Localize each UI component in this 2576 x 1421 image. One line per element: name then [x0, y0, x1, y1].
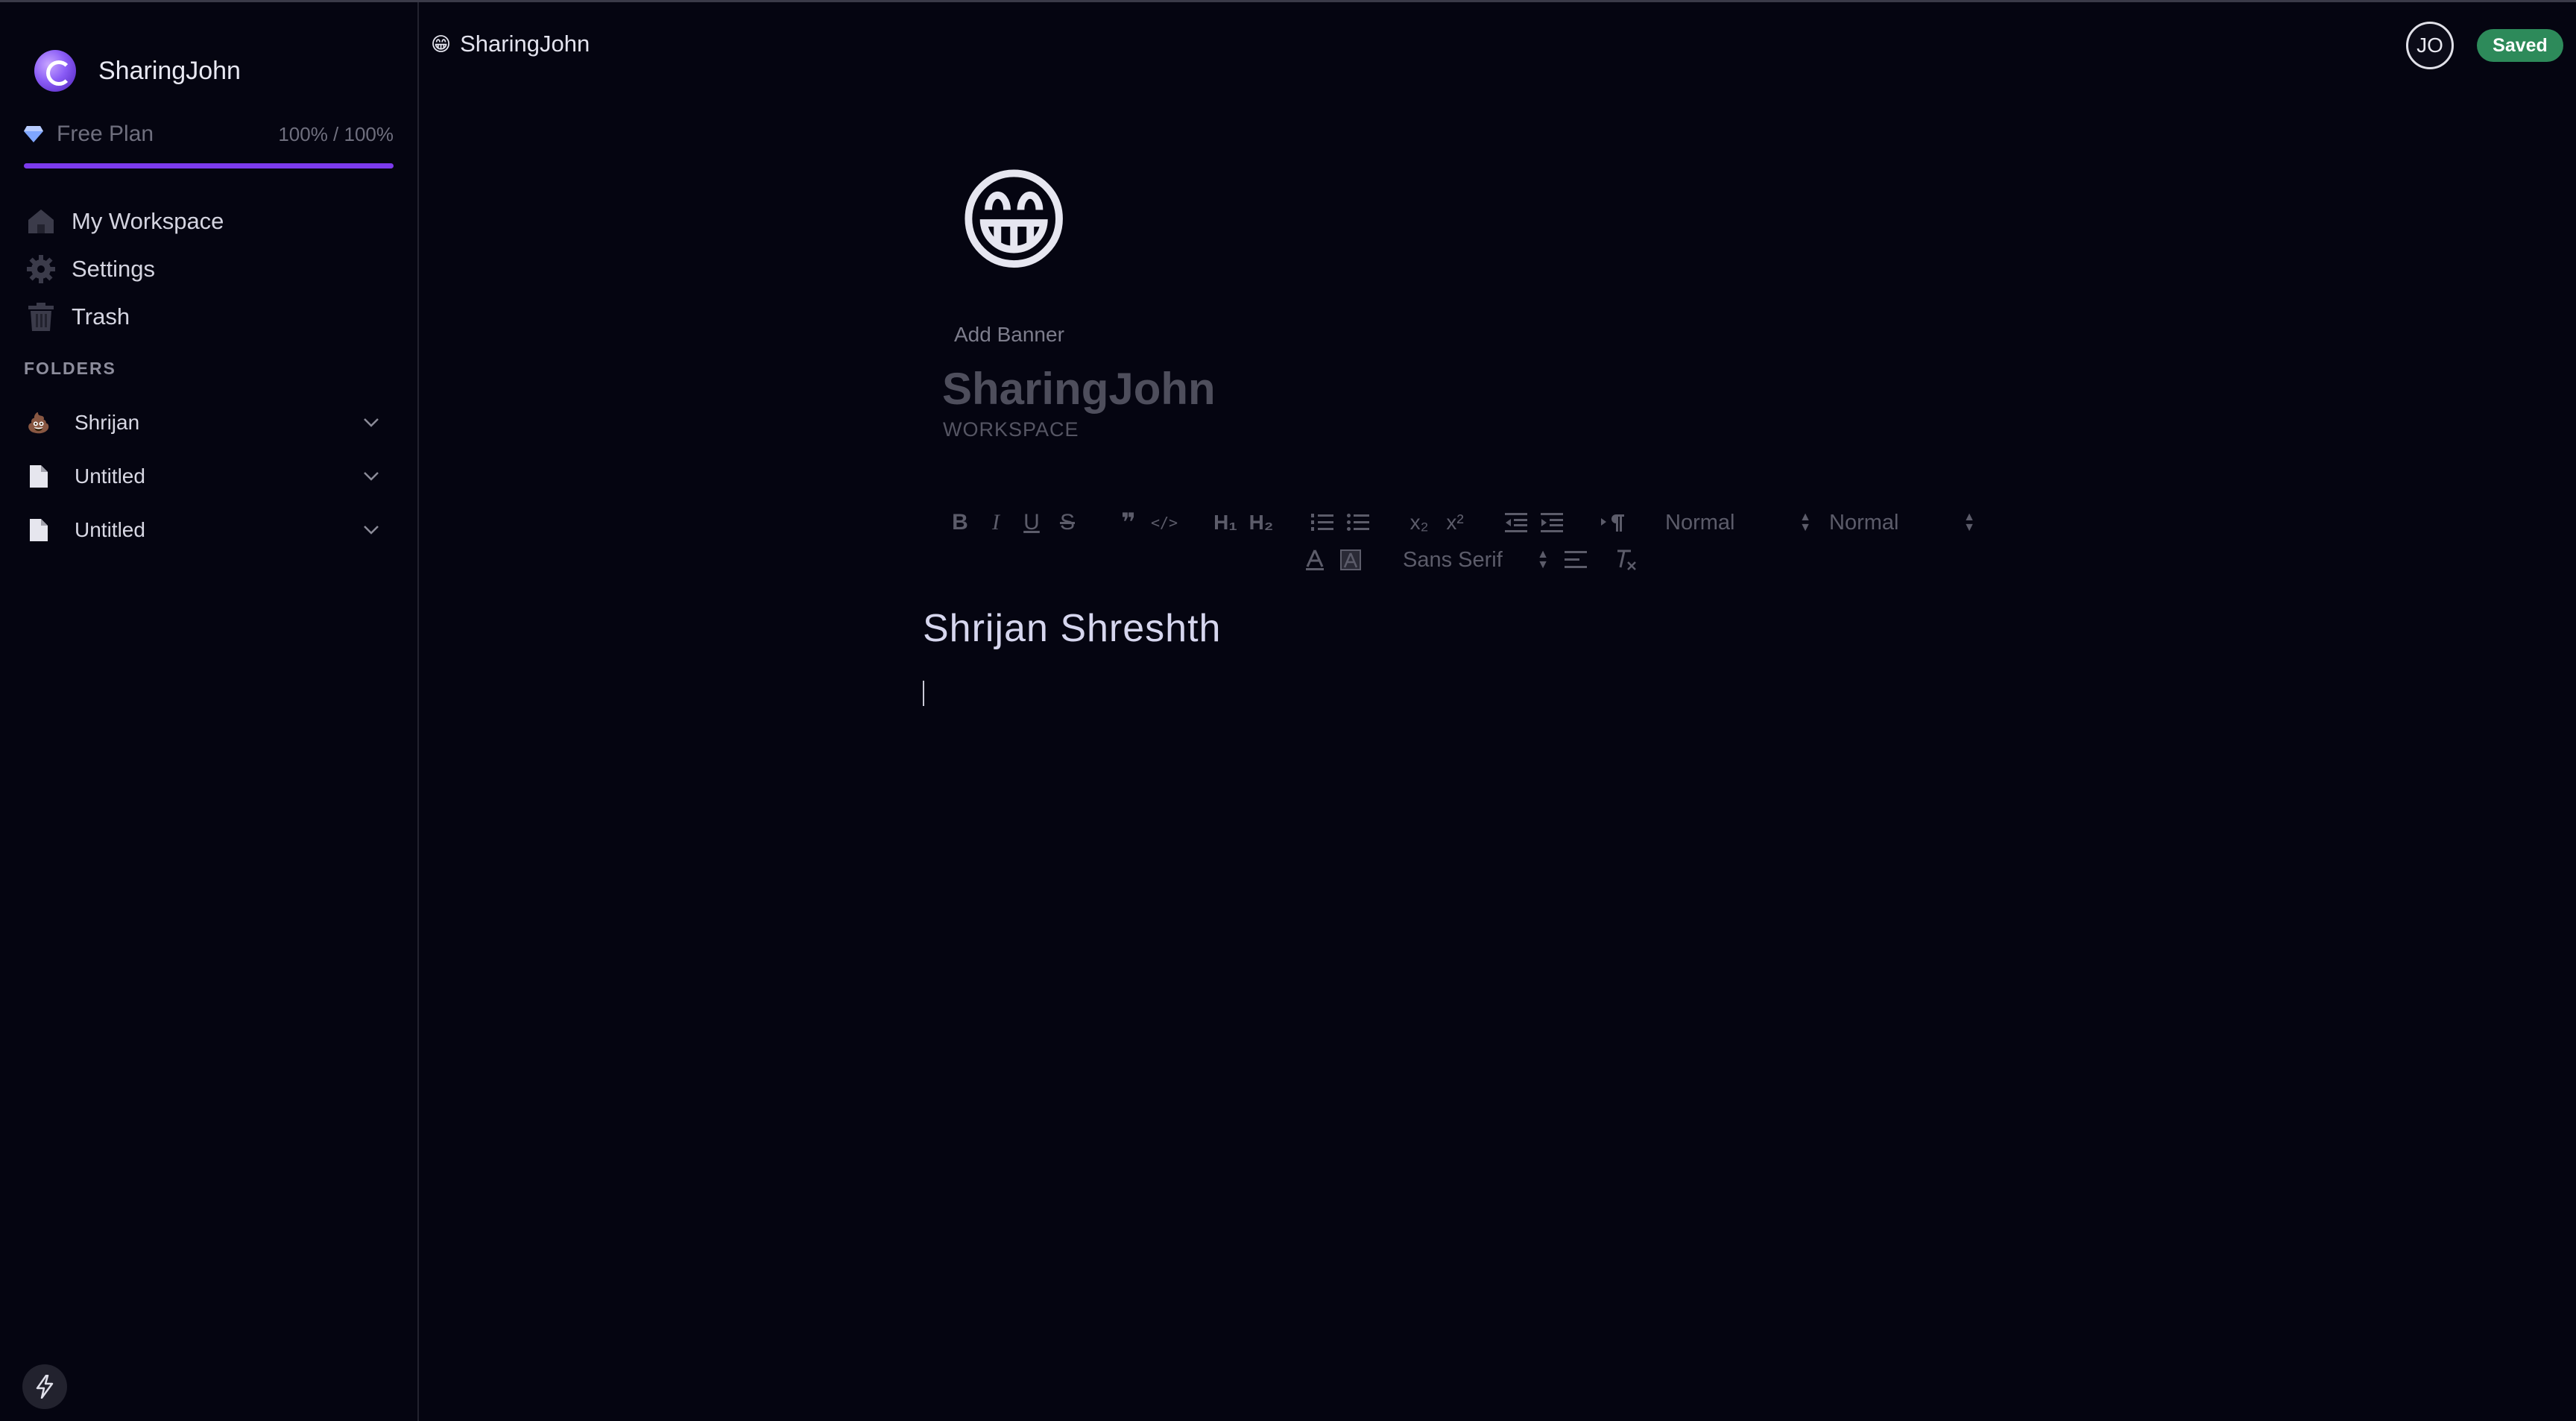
trash-icon [25, 301, 57, 333]
heading-2-button[interactable]: H₂ [1243, 505, 1279, 541]
file-icon [24, 515, 54, 545]
size-format-select[interactable]: Normal ▲ ▼ [1820, 511, 1984, 535]
folders-heading: FOLDERS [24, 359, 116, 378]
sidebar-item-settings[interactable]: Settings [25, 245, 224, 293]
editor-heading[interactable]: Shrijan Shreshth [923, 606, 2041, 651]
select-arrows-icon: ▲ ▼ [1537, 548, 1549, 571]
document-emoji-icon[interactable]: 😁 [956, 157, 1072, 284]
text-cursor [923, 681, 924, 706]
plan-usage: Free Plan 100% / 100% [24, 122, 394, 168]
plan-progress-bar [24, 163, 394, 168]
page-subtitle: WORKSPACE [943, 418, 1079, 441]
gear-icon [25, 253, 57, 285]
sidebar-item-label: My Workspace [72, 208, 224, 234]
editor-area[interactable]: Shrijan Shreshth [923, 606, 2041, 706]
workspace-header[interactable]: SharingJohn [34, 50, 241, 92]
breadcrumb-text: SharingJohn [460, 31, 590, 57]
heading-1-button[interactable]: H₁ [1208, 505, 1243, 541]
sidebar-item-label: Settings [72, 256, 156, 282]
sidebar-item-my-workspace[interactable]: My Workspace [25, 198, 224, 245]
plan-usage-text: 100% / 100% [278, 122, 394, 145]
size-format-value: Normal [1829, 510, 1899, 535]
superscript-button[interactable]: x² [1437, 505, 1473, 541]
avatar[interactable]: JO [2406, 22, 2454, 69]
font-family-value: Sans Serif [1403, 547, 1503, 572]
folder-label: Untitled [75, 464, 145, 488]
select-arrows-icon: ▲ ▼ [1963, 511, 1975, 534]
subscript-button[interactable]: x₂ [1401, 505, 1437, 541]
breadcrumb-emoji-icon: 😁 [431, 32, 452, 55]
chevron-down-icon[interactable] [361, 412, 382, 433]
sidebar-item-trash[interactable]: Trash [25, 293, 224, 341]
plan-progress-fill [24, 163, 394, 168]
outdent-icon[interactable] [1498, 505, 1534, 541]
bullet-list-icon[interactable] [1340, 505, 1376, 541]
folder-label: Shrijan [75, 411, 140, 434]
diamond-icon [24, 126, 43, 142]
chevron-down-icon[interactable] [361, 466, 382, 487]
select-arrows-icon: ▲ ▼ [1799, 511, 1811, 534]
file-icon [24, 461, 54, 491]
clear-format-icon[interactable] [1609, 542, 1644, 578]
plan-label: Free Plan [57, 122, 154, 146]
header-format-select[interactable]: Normal ▲ ▼ [1656, 511, 1820, 535]
chevron-down-icon[interactable] [361, 520, 382, 541]
blockquote-button[interactable]: ❞ [1111, 505, 1146, 541]
sidebar-item-label: Trash [72, 303, 130, 330]
workspace-name: SharingJohn [98, 56, 241, 85]
ordered-list-icon[interactable] [1304, 505, 1340, 541]
folder-label: Untitled [75, 518, 145, 541]
font-family-select[interactable]: Sans Serif ▲ ▼ [1394, 548, 1558, 573]
sidebar-nav: My Workspace Settings Trash [25, 198, 224, 341]
page-title: SharingJohn [942, 364, 1216, 414]
folder-item-shrijan[interactable]: 💩 Shrijan [24, 396, 382, 450]
breadcrumb[interactable]: 😁 SharingJohn [431, 31, 590, 57]
pile-emoji-icon: 💩 [26, 411, 51, 434]
app-window: SharingJohn Free Plan 100% / 100% My Wor… [0, 0, 2576, 1421]
align-icon[interactable] [1558, 542, 1594, 578]
status-badge: Saved [2477, 29, 2563, 62]
add-banner-button[interactable]: Add Banner [954, 323, 1064, 347]
italic-button[interactable]: I [978, 505, 1014, 541]
indent-icon[interactable] [1534, 505, 1570, 541]
background-color-icon[interactable] [1333, 542, 1368, 578]
lightning-icon [36, 1375, 54, 1399]
underline-button[interactable]: U [1014, 505, 1049, 541]
text-color-icon[interactable] [1297, 542, 1333, 578]
text-direction-icon[interactable] [1595, 505, 1631, 541]
folder-list: 💩 Shrijan Untitled Untitled [24, 396, 382, 557]
folder-item-untitled[interactable]: Untitled [24, 450, 382, 503]
code-block-button[interactable]: </> [1146, 505, 1182, 541]
header-format-value: Normal [1665, 510, 1735, 535]
workspace-logo-icon [34, 50, 76, 92]
editor-toolbar: B I U S ❞ </> H₁ H₂ x₂ x² Normal ▲ ▼ Nor… [942, 502, 2038, 576]
bold-button[interactable]: B [942, 505, 978, 541]
sidebar: SharingJohn Free Plan 100% / 100% My Wor… [0, 2, 419, 1421]
folder-item-untitled[interactable]: Untitled [24, 503, 382, 557]
strikethrough-button[interactable]: S [1049, 505, 1085, 541]
home-icon [25, 206, 57, 237]
quick-actions-button[interactable] [22, 1364, 67, 1409]
